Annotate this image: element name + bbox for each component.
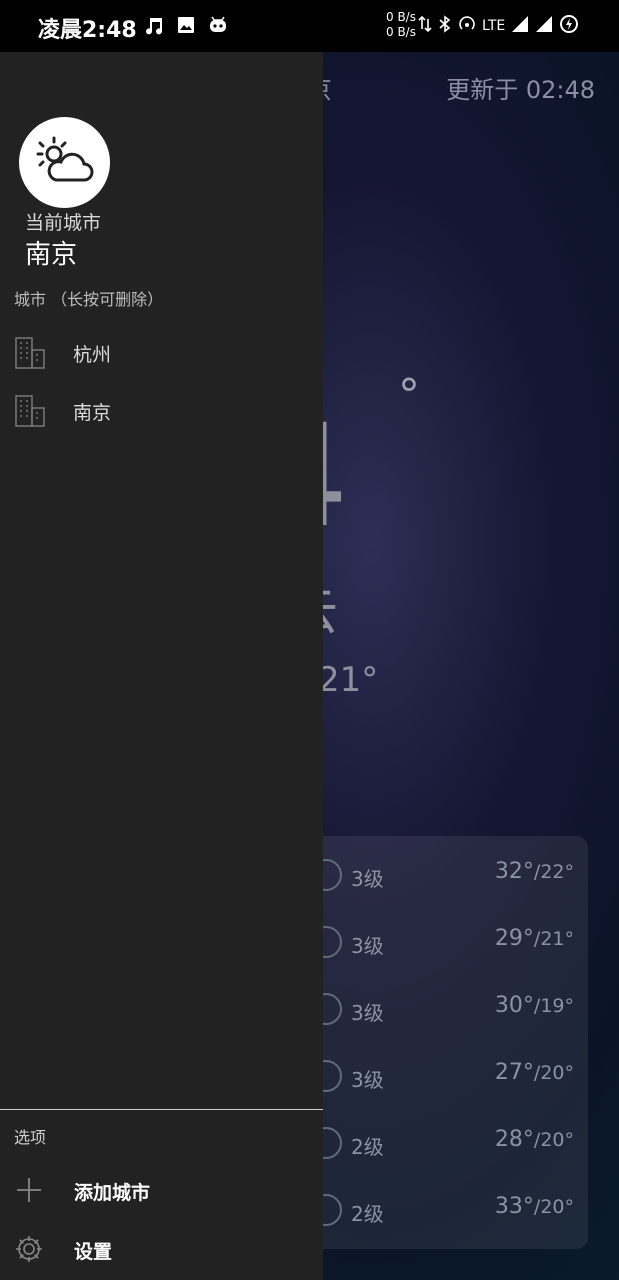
gear-icon [14,1234,44,1264]
network-type: LTE [482,18,506,34]
image-icon [175,14,197,36]
forecast-card: 3级 32°/22° 3级 29°/21° 3级 30°/19° 3级 27°/… [300,836,588,1249]
forecast-row: 3级 30°/19° [300,979,588,1039]
updated-time: 更新于 02:48 [446,76,595,104]
current-city-name: 南京 [25,240,78,270]
plus-icon [14,1175,44,1205]
add-city-button[interactable]: 添加城市 [0,1162,323,1220]
status-time: 凌晨2:48 [38,18,137,43]
navigation-drawer: 当前城市 南京 城市 （长按可删除） 杭州 南京 选项 添加城市 设置 [0,52,323,1280]
settings-button[interactable]: 设置 [0,1221,323,1279]
city-item-nanjing[interactable]: 南京 [0,382,323,440]
network-speed: 0 B/s 0 B/s [386,10,416,39]
building-icon [14,394,46,428]
music-note-icon [143,14,165,36]
add-city-label: 添加城市 [74,1182,151,1204]
city-item-hangzhou[interactable]: 杭州 [0,324,323,382]
city-name: 杭州 [73,344,112,366]
cities-section-label: 城市 （长按可删除） [14,290,164,309]
signal-icon-2 [535,15,553,37]
current-city-label: 当前城市 [25,212,102,234]
forecast-row: 3级 32°/22° [300,845,588,905]
robot-icon [207,14,229,36]
bluetooth-icon [438,15,452,37]
settings-label: 设置 [74,1241,113,1263]
building-icon [14,336,46,370]
options-section-label: 选项 [14,1128,47,1147]
status-bar: 凌晨2:48 0 B/s 0 B/s LTE [0,0,619,52]
signal-icon [511,15,529,37]
divider [0,1109,323,1110]
forecast-row: 2级 33°/20° [300,1180,588,1240]
forecast-row: 3级 27°/20° [300,1046,588,1106]
avatar [19,117,110,208]
degree-symbol: ° [398,370,420,421]
city-name: 南京 [73,402,112,424]
temperature-range: 21° [318,660,379,700]
partly-cloudy-icon [34,134,96,192]
battery-charging-icon [559,14,579,38]
forecast-row: 2级 28°/20° [300,1113,588,1173]
hotspot-icon [458,15,476,37]
forecast-row: 3级 29°/21° [300,912,588,972]
data-arrows-icon [418,15,432,37]
